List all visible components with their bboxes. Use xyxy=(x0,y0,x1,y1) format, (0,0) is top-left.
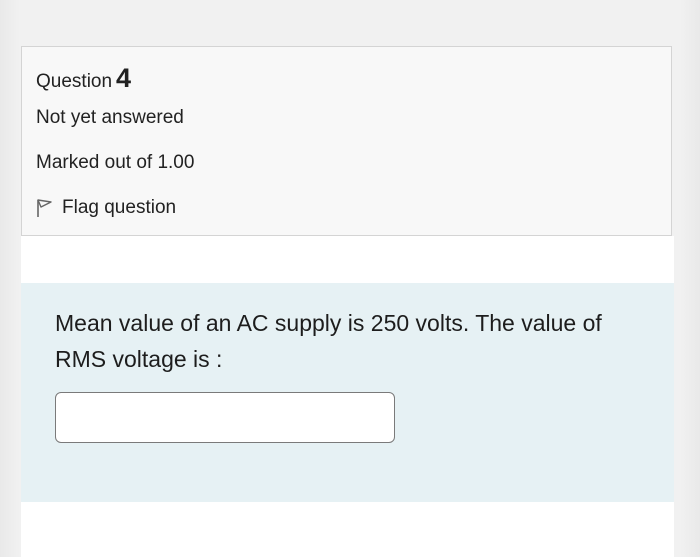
question-label: Question xyxy=(36,71,113,92)
flag-question-label: Flag question xyxy=(62,197,177,218)
question-state: Not yet answered xyxy=(36,107,184,128)
question-number: 4 xyxy=(116,63,132,93)
answer-input[interactable] xyxy=(55,392,395,443)
question-title: Question 4 xyxy=(36,61,131,99)
flag-icon xyxy=(37,199,52,217)
flag-question-button[interactable]: Flag question xyxy=(36,197,176,219)
question-grade: Marked out of 1.00 xyxy=(36,152,195,173)
question-info-panel: Question 4 Not yet answered Marked out of… xyxy=(21,46,672,236)
question-text: Mean value of an AC supply is 250 volts.… xyxy=(55,310,602,372)
question-content-panel: Mean value of an AC supply is 250 volts.… xyxy=(21,283,674,502)
